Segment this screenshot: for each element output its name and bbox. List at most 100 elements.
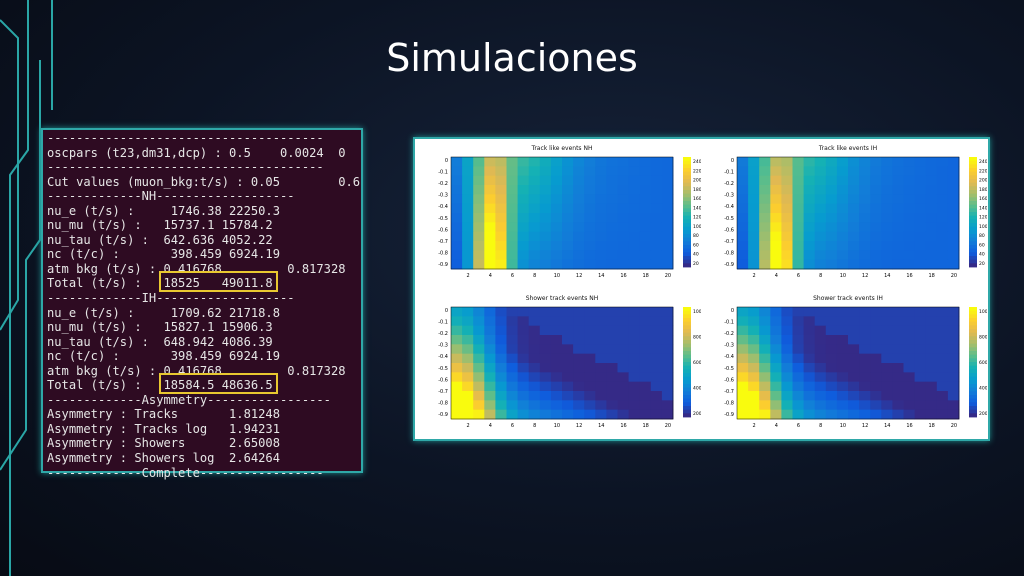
heatmap-cell [539, 166, 552, 177]
heatmap-cell [573, 194, 585, 205]
heatmap-cell [606, 157, 618, 167]
heatmap-cell [451, 353, 463, 364]
heatmap-cell [462, 391, 474, 401]
colorbar-segment [683, 387, 691, 392]
heatmap-cell [495, 335, 507, 345]
heatmap-cell [759, 241, 771, 251]
heatmap-cell [639, 316, 652, 327]
heatmap-cell [825, 231, 838, 242]
heatmap-cell [506, 335, 518, 345]
heatmap-cell [562, 400, 574, 411]
heatmap-cell [628, 241, 641, 251]
heatmap-cell [825, 381, 838, 392]
heatmap-cell [562, 335, 574, 345]
x-tick-label: 4 [489, 273, 492, 279]
colorbar-segment [969, 201, 977, 206]
heatmap-cell [451, 203, 463, 214]
colorbar-tick-label: 20 [693, 261, 699, 267]
heatmap-cell [803, 194, 816, 205]
heatmap-cell [825, 335, 838, 345]
heatmap-cell [836, 213, 849, 223]
heatmap-cell [892, 175, 904, 186]
heatmap-cell [484, 335, 496, 345]
heatmap-cell [748, 185, 760, 195]
heatmap-cell [462, 194, 474, 205]
heatmap-cell [870, 391, 882, 401]
heatmap-cell [825, 213, 838, 223]
heatmap-cell [650, 316, 663, 327]
heatmap-cell [947, 157, 960, 167]
heatmap-cell [770, 213, 782, 223]
x-tick-label: 2 [753, 423, 756, 429]
heatmap-cell [825, 307, 838, 317]
heatmap-cell [803, 231, 816, 242]
heatmap-cell [451, 175, 463, 186]
heatmap-cell [484, 241, 496, 251]
heatmap-cell [539, 391, 552, 401]
colorbar-segment [683, 263, 691, 268]
heatmap-cell [881, 259, 893, 270]
heatmap-cell [528, 307, 541, 317]
heatmap-cell [539, 157, 552, 167]
heatmap-cell [936, 250, 949, 261]
heatmap-cell [539, 381, 552, 392]
colorbar-segment [683, 175, 691, 180]
heatmap-cell [859, 157, 871, 167]
x-tick-label: 14 [598, 423, 604, 429]
heatmap-cell [517, 307, 530, 317]
colorbar-segment [683, 314, 691, 319]
heatmap-cell [814, 372, 827, 383]
heatmap-cell [936, 335, 949, 345]
heatmap-cell [550, 307, 563, 317]
heatmap-cell [650, 353, 663, 364]
heatmap-cell [473, 391, 485, 401]
heatmap-cell [836, 307, 849, 317]
heatmap-cell [628, 316, 641, 327]
heatmap-cell [517, 400, 530, 411]
colorbar-segment [683, 362, 691, 367]
heatmap-cell [836, 353, 849, 364]
colorbar-segment [969, 391, 977, 396]
heatmap-cell [947, 185, 960, 195]
heatmap-cell [836, 259, 849, 270]
heatmap-cell [792, 325, 804, 336]
heatmap-cell [792, 222, 804, 233]
heatmap-cell [903, 175, 915, 186]
heatmap-cell [759, 175, 771, 186]
heatmap-cell [562, 316, 574, 327]
heatmap-cell [573, 391, 585, 401]
heatmap-cell [870, 231, 882, 242]
heatmap-cell [484, 222, 496, 233]
heatmap-cell [881, 400, 893, 411]
heatmap-cell [803, 353, 816, 364]
heatmap-cell [495, 307, 507, 317]
heatmap-cell [550, 203, 563, 214]
heatmap-cell [892, 400, 904, 411]
heatmap-cell [925, 259, 938, 270]
heatmap-cell [606, 231, 618, 242]
heatmap-cell [617, 231, 629, 242]
heatmap-cell [451, 391, 463, 401]
heatmap-cell [859, 372, 871, 383]
heatmap-cell [737, 259, 749, 270]
heatmap-cell [859, 353, 871, 364]
heatmap-cell [628, 259, 641, 270]
terminal-line: nu_e (t/s) : 1746.38 22250.3 [47, 203, 280, 218]
colorbar-segment [969, 179, 977, 184]
x-tick-label: 6 [511, 273, 514, 279]
heatmap-cell [759, 231, 771, 242]
colorbar-segment [969, 164, 977, 169]
heatmap-cell [925, 316, 938, 327]
heatmap-cell [584, 400, 596, 411]
heatmap-cell [573, 400, 585, 411]
heatmap-cell [539, 316, 552, 327]
colorbar-segment [969, 387, 977, 392]
heatmap-cell [606, 353, 618, 364]
colorbar-segment [969, 347, 977, 352]
x-tick-label: 2 [753, 273, 756, 279]
heatmap-cell [836, 316, 849, 327]
heatmap-cell [473, 166, 485, 177]
heatmap-cell [836, 335, 849, 345]
heatmap-cell [947, 222, 960, 233]
heatmap-cell [903, 213, 915, 223]
